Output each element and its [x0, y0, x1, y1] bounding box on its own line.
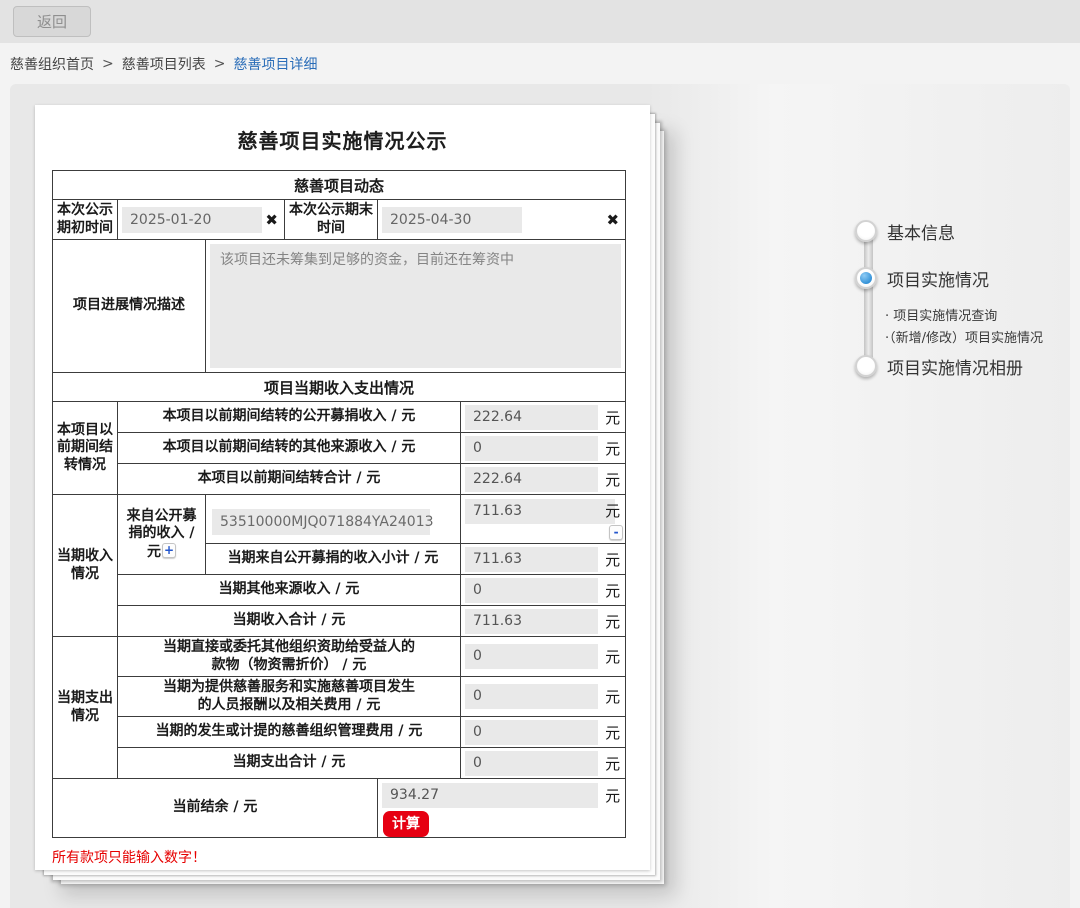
unit-label: 元 [605, 754, 621, 773]
breadcrumb-separator: > [102, 55, 114, 72]
finance-section-header: 项目当期收入支出情况 [51, 372, 627, 402]
dynamics-section-header: 慈善项目动态 [51, 170, 627, 200]
unit-label: 元 [605, 688, 621, 706]
expense-staff-input[interactable]: 0 [465, 684, 599, 709]
unit-label: 元 [605, 502, 621, 520]
step-sub-query[interactable]: · 项目实施情况查询 [885, 305, 997, 324]
carryover-public-input[interactable]: 222.64 [465, 404, 599, 430]
unit-label: 元 [605, 648, 621, 666]
balance-input[interactable]: 934.27 [382, 783, 599, 808]
income-public-subtotal-input[interactable]: 711.63 [465, 546, 599, 572]
step-sub-add-modify[interactable]: ·（新增/修改）项目实施情况 [885, 327, 1043, 346]
period-end-label: 本次公示期末时间 [284, 199, 378, 240]
breadcrumb-project-detail: 慈善项目详细 [233, 56, 318, 73]
income-group-label: 当期收入情况 [52, 494, 118, 637]
unit-label: 元 [605, 470, 621, 489]
main-panel: 慈善项目实施情况公示 慈善项目动态 本次公示期初时间 2025-01-20 ✖ [10, 84, 1070, 908]
progress-desc-textarea[interactable]: 该项目还未筹集到足够的资金，目前还在筹资中 [210, 244, 622, 368]
remove-entry-button[interactable]: - [609, 525, 624, 540]
expense-row-label: 当期为提供慈善服务和实施慈善项目发生的人员报酬以及相关费用 / 元 [163, 679, 415, 713]
carryover-other-input[interactable]: 0 [465, 435, 599, 461]
progress-desc-label: 项目进展情况描述 [52, 239, 206, 373]
calculate-button[interactable]: 计算 [383, 811, 429, 837]
breadcrumb-home[interactable]: 慈善组织首页 [10, 54, 94, 74]
carryover-row-label: 本项目以前期间结转的其他来源收入 / 元 [117, 432, 461, 464]
step-circle-icon [855, 355, 877, 377]
period-end-input[interactable]: 2025-04-30 [382, 206, 522, 233]
unit-label: 元 [605, 723, 621, 742]
account-number-input[interactable]: 53510000MJQ071884YA24013 [212, 508, 434, 535]
step-basic-info[interactable]: 基本信息 [855, 219, 955, 244]
carryover-total-input[interactable]: 222.64 [465, 466, 599, 492]
page-title: 慈善项目实施情况公示 [237, 129, 448, 153]
unit-label: 元 [605, 439, 621, 458]
expense-aid-input[interactable]: 0 [465, 644, 599, 669]
step-circle-active-icon [855, 267, 877, 289]
step-album[interactable]: 项目实施情况相册 [855, 354, 1023, 379]
balance-label: 当前结余 / 元 [52, 778, 378, 838]
clear-start-date-icon[interactable]: ✖ [265, 211, 278, 229]
carryover-row-label: 本项目以前期间结转合计 / 元 [117, 463, 461, 495]
clear-end-date-icon[interactable]: ✖ [607, 211, 620, 229]
period-start-label: 本次公示期初时间 [52, 199, 118, 240]
expense-row-label: 当期直接或委托其他组织资助给受益人的款物（物资需折价） / 元 [163, 639, 415, 673]
public-donation-label: 来自公开募捐的收入 / 元 + [117, 494, 206, 575]
income-row-label: 当期其他来源收入 / 元 [117, 574, 461, 606]
numeric-only-warning: 所有款项只能输入数字！ [52, 850, 206, 866]
breadcrumb-separator: > [213, 55, 226, 72]
income-row-label: 当期收入合计 / 元 [117, 605, 461, 637]
unit-label: 元 [605, 581, 621, 600]
income-other-input[interactable]: 0 [465, 577, 599, 603]
expense-total-input[interactable]: 0 [465, 750, 599, 776]
carryover-group-label: 本项目以前期间结转情况 [52, 401, 118, 495]
income-row-label: 当期来自公开募捐的收入小计 / 元 [205, 543, 461, 575]
step-implementation[interactable]: 项目实施情况 [855, 266, 989, 291]
disclosure-card: 慈善项目实施情况公示 慈善项目动态 本次公示期初时间 2025-01-20 ✖ [35, 105, 650, 870]
unit-label: 元 [605, 612, 621, 631]
expense-admin-input[interactable]: 0 [465, 719, 599, 745]
public-donation-amount-input[interactable]: 711.63 [465, 499, 615, 524]
expense-row-label: 当期支出合计 / 元 [117, 747, 461, 779]
stepper-nav: 基本信息 项目实施情况 · 项目实施情况查询 ·（新增/修改）项目实施情况 项目… [855, 219, 1080, 404]
add-entry-button[interactable]: + [162, 542, 176, 558]
period-start-input[interactable]: 2025-01-20 [122, 206, 262, 233]
carryover-row-label: 本项目以前期间结转的公开募捐收入 / 元 [117, 401, 461, 433]
expense-group-label: 当期支出情况 [52, 636, 118, 779]
expense-row-label: 当期的发生或计提的慈善组织管理费用 / 元 [117, 716, 461, 748]
breadcrumb-project-list[interactable]: 慈善项目列表 [122, 54, 206, 74]
unit-label: 元 [605, 550, 621, 569]
back-button[interactable]: 返回 [13, 6, 91, 37]
income-total-input[interactable]: 711.63 [465, 608, 599, 634]
unit-label: 元 [605, 787, 621, 805]
finance-table: 慈善项目动态 本次公示期初时间 2025-01-20 ✖ 本次公示期末时间 20… [51, 170, 627, 838]
breadcrumb: 慈善组织首页 > 慈善项目列表 > 慈善项目详细 [10, 43, 1080, 84]
top-bar: 返回 [0, 0, 1080, 43]
unit-label: 元 [605, 408, 621, 427]
step-circle-icon [855, 220, 877, 242]
stepper-track [864, 231, 873, 368]
